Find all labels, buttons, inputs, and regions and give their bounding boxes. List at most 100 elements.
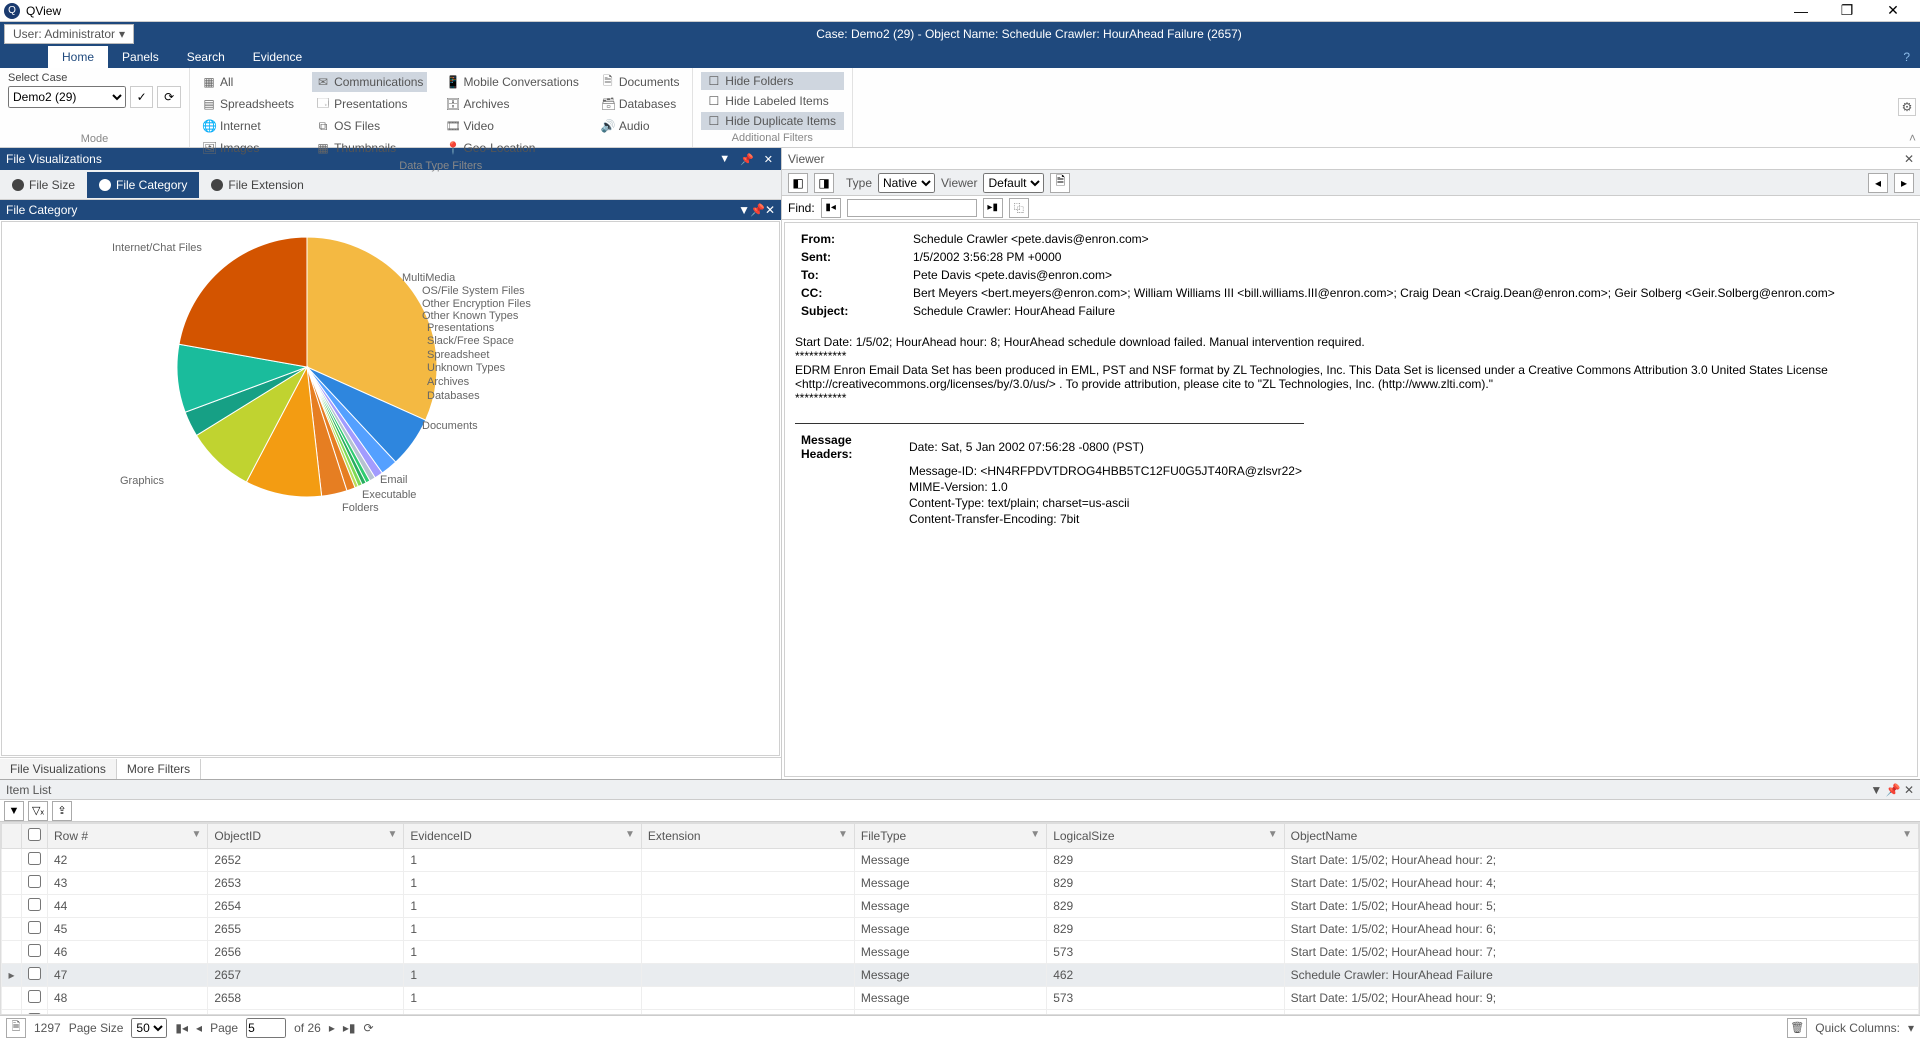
filter-communications[interactable]: ✉Communications: [312, 72, 427, 92]
pie-slice-graphics[interactable]: [179, 237, 307, 367]
subtab-file-category[interactable]: File Category: [87, 172, 199, 198]
row-checkbox[interactable]: [28, 967, 41, 980]
filter-thumbnails[interactable]: ▦Thumbnails: [312, 138, 427, 158]
find-input[interactable]: [847, 199, 977, 217]
filter-databases[interactable]: 🗃Databases: [597, 94, 684, 114]
page-size-select[interactable]: 50: [131, 1018, 167, 1038]
pager-info-icon[interactable]: 🗎: [6, 1018, 26, 1038]
item-grid[interactable]: Row #▼ObjectID▼EvidenceID▼Extension▼File…: [1, 823, 1919, 1015]
find-next-button[interactable]: ▸▮: [983, 198, 1003, 218]
close-icon[interactable]: ✕: [1904, 783, 1914, 797]
pager-first-button[interactable]: ▮◂: [175, 1021, 188, 1035]
window-maximize-button[interactable]: ❐: [1824, 0, 1870, 22]
find-copy-button[interactable]: ⿻: [1009, 198, 1029, 218]
bottom-tab-file-viz[interactable]: File Visualizations: [0, 759, 117, 779]
col-evidenceid[interactable]: EvidenceID▼: [404, 824, 641, 849]
table-row[interactable]: 4826581Message573Start Date: 1/5/02; Hou…: [2, 987, 1919, 1010]
filter-all[interactable]: ▦All: [198, 72, 298, 92]
subtab-file-size[interactable]: File Size: [0, 172, 87, 198]
table-row[interactable]: 4526551Message829Start Date: 1/5/02; Hou…: [2, 918, 1919, 941]
close-icon[interactable]: ✕: [762, 153, 775, 166]
apply-case-button[interactable]: ✓: [130, 86, 154, 108]
find-prev-button[interactable]: ▮◂: [821, 198, 841, 218]
pager-prev-button[interactable]: ◂: [196, 1021, 202, 1035]
col-filetype[interactable]: FileType▼: [854, 824, 1046, 849]
tab-evidence[interactable]: Evidence: [239, 46, 316, 68]
filter-mobile-conversations[interactable]: 📱Mobile Conversations: [441, 72, 582, 92]
col-objectid[interactable]: ObjectID▼: [208, 824, 404, 849]
page-label: Page: [210, 1021, 238, 1035]
window-close-button[interactable]: ✕: [1870, 0, 1916, 22]
dropdown-icon[interactable]: ▼: [717, 153, 732, 165]
quick-columns-dropdown[interactable]: ▾: [1908, 1021, 1914, 1035]
row-checkbox[interactable]: [28, 898, 41, 911]
pager-last-button[interactable]: ▸▮: [343, 1021, 356, 1035]
tab-search[interactable]: Search: [173, 46, 239, 68]
trash-icon[interactable]: 🗑: [1787, 1018, 1807, 1038]
user-dropdown[interactable]: User: Administrator ▾: [4, 24, 134, 44]
filter-os-files[interactable]: ⧉OS Files: [312, 116, 427, 136]
addfilter-hide-labeled-items[interactable]: ☐Hide Labeled Items: [701, 92, 844, 110]
export-button[interactable]: ⇪: [52, 801, 72, 821]
select-all-checkbox[interactable]: [28, 828, 41, 841]
tab-home[interactable]: Home: [48, 46, 108, 68]
tab-panels[interactable]: Panels: [108, 46, 173, 68]
filter-geo-location[interactable]: 📍Geo-Location: [441, 138, 582, 158]
filter-archives[interactable]: 🗄Archives: [441, 94, 582, 114]
pager-next-button[interactable]: ▸: [329, 1021, 335, 1035]
filter-presentations[interactable]: 🗔Presentations: [312, 94, 427, 114]
col-objectname[interactable]: ObjectName▼: [1284, 824, 1918, 849]
viewer-type-select[interactable]: Native: [878, 173, 935, 193]
filter-images[interactable]: 🖼Images: [198, 138, 298, 158]
pager-refresh-button[interactable]: ⟳: [363, 1021, 373, 1035]
filter-spreadsheets[interactable]: ▤Spreadsheets: [198, 94, 298, 114]
row-checkbox[interactable]: [28, 852, 41, 865]
select-case-dropdown[interactable]: Demo2 (29): [8, 86, 126, 108]
addfilter-hide-folders[interactable]: ☐Hide Folders: [701, 72, 844, 90]
viewer-prev-item-button[interactable]: ◂: [1868, 173, 1888, 193]
bottom-tab-more-filters[interactable]: More Filters: [117, 759, 201, 779]
gear-icon[interactable]: ⚙: [1898, 98, 1916, 116]
table-row[interactable]: 4326531Message829Start Date: 1/5/02; Hou…: [2, 872, 1919, 895]
clear-filter-button[interactable]: ▽ₓ: [28, 801, 48, 821]
row-checkbox[interactable]: [28, 875, 41, 888]
table-row[interactable]: 4626561Message573Start Date: 1/5/02; Hou…: [2, 941, 1919, 964]
dropdown-icon[interactable]: ▼: [738, 203, 750, 217]
row-checkbox[interactable]: [28, 921, 41, 934]
viewer-viewer-select[interactable]: Default: [983, 173, 1044, 193]
window-minimize-button[interactable]: —: [1778, 0, 1824, 22]
table-row[interactable]: 4226521Message829Start Date: 1/5/02; Hou…: [2, 849, 1919, 872]
filter-audio[interactable]: 🔊Audio: [597, 116, 684, 136]
pin-icon[interactable]: 📌: [750, 203, 765, 217]
col-row-[interactable]: Row #▼: [48, 824, 208, 849]
close-icon[interactable]: ✕: [765, 203, 775, 217]
col-logicalsize[interactable]: LogicalSize▼: [1047, 824, 1284, 849]
help-icon[interactable]: ?: [1893, 46, 1920, 68]
row-checkbox[interactable]: [28, 990, 41, 1003]
viewer-nav-prev-button[interactable]: ◧: [788, 173, 808, 193]
page-input[interactable]: [246, 1018, 286, 1038]
pin-icon[interactable]: 📌: [1886, 783, 1901, 797]
viewer-export-button[interactable]: 🗎: [1050, 173, 1070, 193]
refresh-case-button[interactable]: ⟳: [157, 86, 181, 108]
table-row[interactable]: 4426541Message829Start Date: 1/5/02; Hou…: [2, 895, 1919, 918]
filter-video[interactable]: 🎞Video: [441, 116, 582, 136]
ribbon-expand-icon[interactable]: ˄: [1909, 131, 1916, 145]
pin-icon[interactable]: 📌: [738, 153, 756, 166]
subtab-file-extension[interactable]: File Extension: [199, 172, 315, 198]
addfilter-hide-duplicate-items[interactable]: ☐Hide Duplicate Items: [701, 112, 844, 130]
title-bar: Q QView — ❐ ✕: [0, 0, 1920, 22]
pie-label: Other Encryption Files: [422, 298, 531, 310]
viewer-nav-next-button[interactable]: ◨: [814, 173, 834, 193]
col-extension[interactable]: Extension▼: [641, 824, 854, 849]
table-row[interactable]: ▸4726571Message462Schedule Crawler: Hour…: [2, 964, 1919, 987]
viewer-next-item-button[interactable]: ▸: [1894, 173, 1914, 193]
row-checkbox[interactable]: [28, 944, 41, 957]
pie-chart-area[interactable]: Internet/Chat FilesMultiMediaOS/File Sys…: [1, 221, 780, 756]
filter-documents[interactable]: 🗎Documents: [597, 72, 684, 92]
dropdown-icon[interactable]: ▼: [1870, 783, 1882, 797]
close-icon[interactable]: ✕: [1904, 152, 1914, 166]
email-body[interactable]: From:Schedule Crawler <pete.davis@enron.…: [784, 222, 1918, 777]
filter-internet[interactable]: 🌐Internet: [198, 116, 298, 136]
filter-button[interactable]: ▼: [4, 801, 24, 821]
